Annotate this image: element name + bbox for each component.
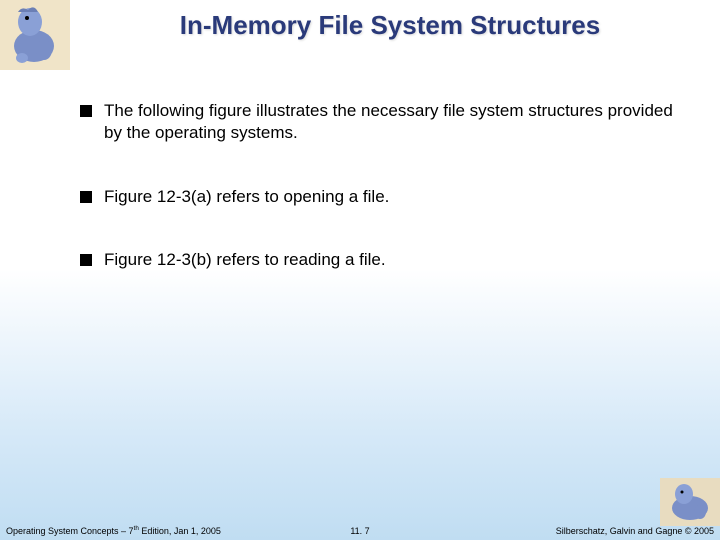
mascot-bottom-right: [660, 478, 720, 526]
footer-copyright: Silberschatz, Galvin and Gagne © 2005: [556, 526, 714, 536]
square-bullet-icon: [80, 191, 92, 203]
bullet-item: The following figure illustrates the nec…: [80, 100, 680, 144]
footer-page-number: 11. 7: [350, 526, 369, 536]
slide-title: In-Memory File System Structures: [90, 10, 690, 41]
footer-left: Operating System Concepts – 7th Edition,…: [6, 525, 221, 536]
square-bullet-icon: [80, 105, 92, 117]
bullet-item: Figure 12-3(b) refers to reading a file.: [80, 249, 680, 271]
slide-body: The following figure illustrates the nec…: [80, 100, 680, 313]
bullet-text: The following figure illustrates the nec…: [104, 100, 680, 144]
mascot-top-left: [0, 0, 70, 70]
bullet-item: Figure 12-3(a) refers to opening a file.: [80, 186, 680, 208]
footer-left-suffix: Edition, Jan 1, 2005: [139, 526, 221, 536]
square-bullet-icon: [80, 254, 92, 266]
bullet-text: Figure 12-3(a) refers to opening a file.: [104, 186, 389, 208]
slide-footer: Operating System Concepts – 7th Edition,…: [0, 520, 720, 536]
footer-left-prefix: Operating System Concepts – 7: [6, 526, 134, 536]
bullet-text: Figure 12-3(b) refers to reading a file.: [104, 249, 386, 271]
